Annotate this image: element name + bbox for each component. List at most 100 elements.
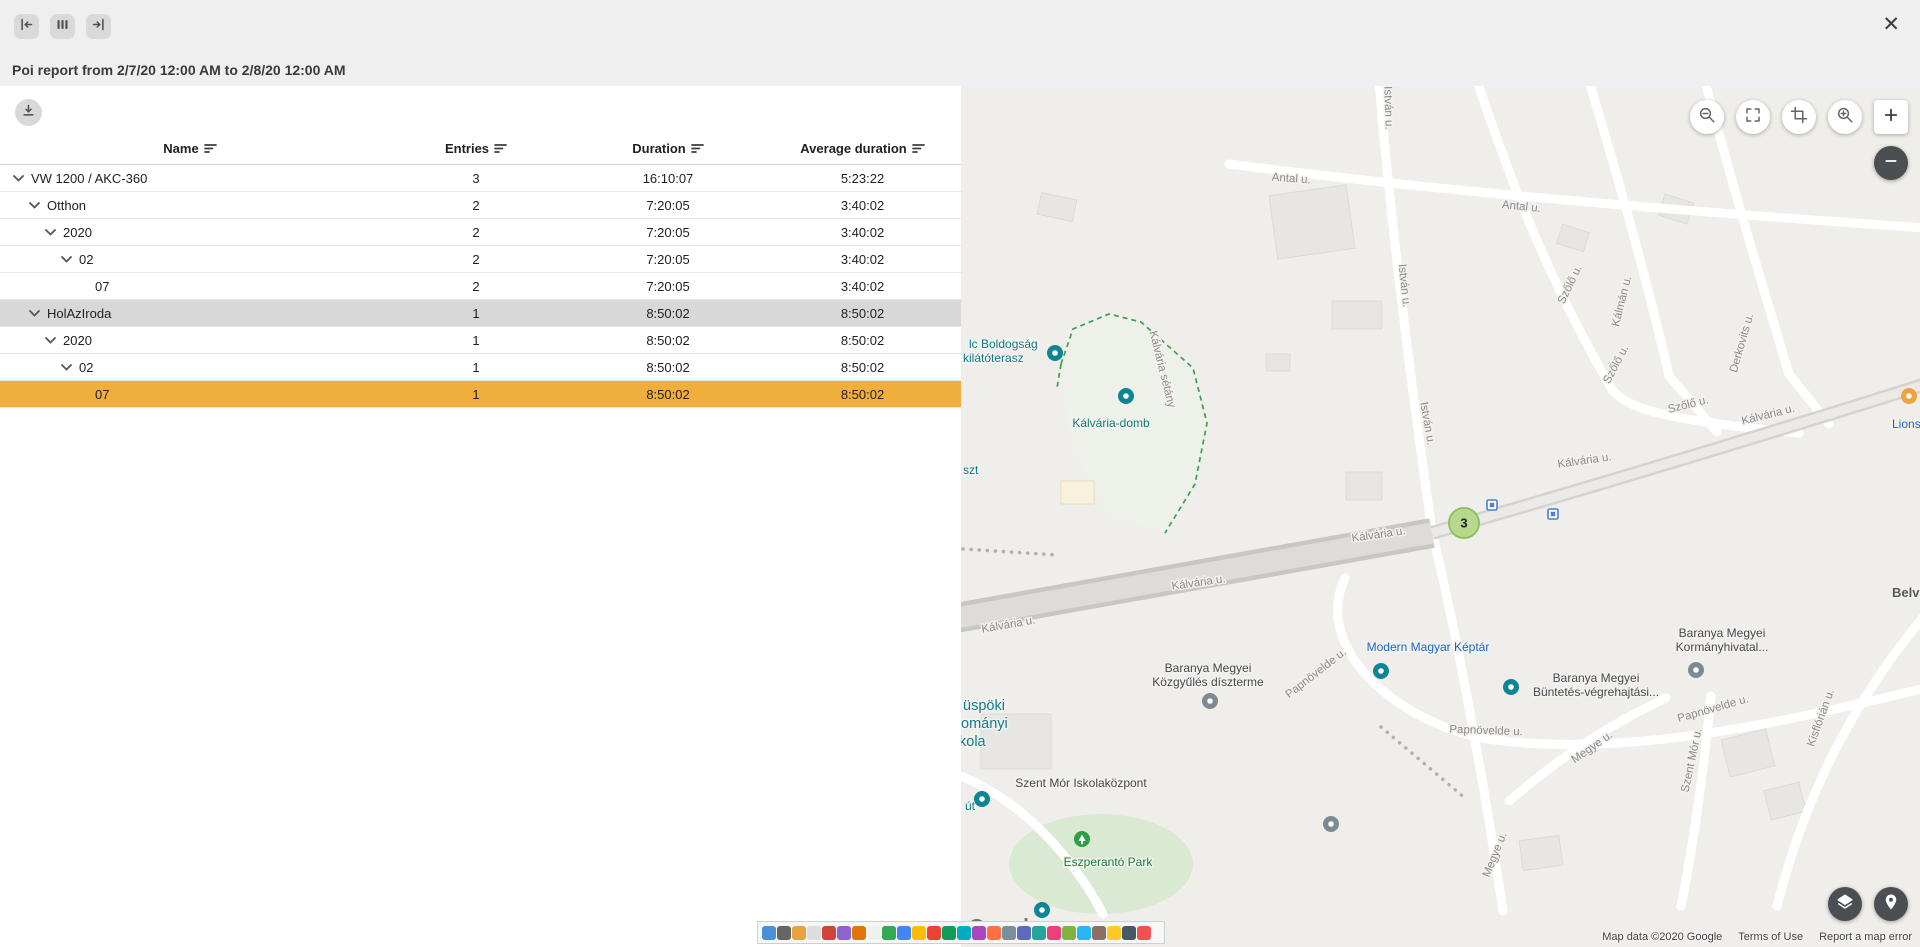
chevron-down-icon[interactable] [26,202,42,209]
chevron-down-icon[interactable] [58,256,74,263]
park-tree-marker[interactable] [1074,831,1090,847]
row-entries: 3 [380,171,572,186]
place-label: Büntetés-végrehajtási... [1533,685,1659,699]
school-marker[interactable] [1323,816,1339,832]
civic-marker[interactable] [1202,693,1218,709]
taskbar-icon[interactable] [807,926,821,940]
transit-stop-icon[interactable] [1487,500,1497,510]
layers-icon [1836,893,1854,916]
fullscreen-button[interactable] [1736,100,1770,134]
download-button[interactable] [15,99,42,126]
poi-marker[interactable] [1373,663,1389,679]
dock-left-button[interactable] [14,14,39,39]
taskbar-icon[interactable] [1002,926,1016,940]
taskbar-icon[interactable] [1107,926,1121,940]
row-entries: 1 [380,333,572,348]
place-label: Szent Mór Iskolaközpont [1015,776,1147,790]
taskbar-icon[interactable] [972,926,986,940]
column-header-duration[interactable]: Duration [572,141,764,156]
taskbar-icon[interactable] [1077,926,1091,940]
report-rows: VW 1200 / AKC-360 3 16:10:07 5:23:22 Ott… [0,165,961,408]
table-row[interactable]: 2020 2 7:20:05 3:40:02 [0,219,961,246]
table-row[interactable]: 07 1 8:50:02 8:50:02 [0,381,961,408]
taskbar-icon[interactable] [1062,926,1076,940]
taskbar[interactable] [757,921,1165,944]
sort-icon [691,143,704,154]
taskbar-icon[interactable] [927,926,941,940]
columns-button[interactable] [50,14,75,39]
report-panel: Name Entries Duration Average duration [0,86,961,947]
table-row[interactable]: 2020 1 8:50:02 8:50:02 [0,327,961,354]
transit-stop-icon[interactable] [1548,509,1558,519]
dock-left-icon [19,17,34,37]
row-duration: 7:20:05 [572,198,764,213]
poi-marker[interactable] [1503,679,1519,695]
chevron-down-icon[interactable] [10,175,26,182]
terms-of-use-link[interactable]: Terms of Use [1738,931,1803,943]
taskbar-icon[interactable] [897,926,911,940]
taskbar-icon[interactable] [987,926,1001,940]
poi-marker[interactable] [1118,388,1134,404]
place-label: Baranya Megyei [1553,671,1640,685]
report-map-error-link[interactable]: Report a map error [1819,931,1912,943]
street-label: Kálvária u. [1557,451,1612,470]
place-label: szt [963,463,979,477]
column-header-average-duration[interactable]: Average duration [764,141,961,156]
taskbar-icon[interactable] [837,926,851,940]
map-canvas[interactable]: István u. István u. István u. Antal u. A… [961,86,1920,947]
place-label: ományi [961,716,1008,732]
table-header: Name Entries Duration Average duration [0,133,961,165]
taskbar-icon[interactable] [792,926,806,940]
taskbar-icon[interactable] [1017,926,1031,940]
taskbar-icon[interactable] [777,926,791,940]
chevron-down-icon[interactable] [42,337,58,344]
row-duration: 8:50:02 [572,333,764,348]
row-duration: 7:20:05 [572,225,764,240]
taskbar-icon[interactable] [1047,926,1061,940]
zoom-in-button[interactable] [1874,100,1908,134]
dock-right-button[interactable] [86,14,111,39]
taskbar-icon[interactable] [867,926,881,940]
taskbar-icon[interactable] [822,926,836,940]
dotted-trail [1381,727,1466,799]
zoom-in-selection-button[interactable] [1828,100,1862,134]
taskbar-icon[interactable] [762,926,776,940]
close-button[interactable]: ✕ [1878,8,1904,41]
table-row[interactable]: 07 2 7:20:05 3:40:02 [0,273,961,300]
taskbar-icon[interactable] [1032,926,1046,940]
column-header-entries[interactable]: Entries [380,141,572,156]
column-header-name[interactable]: Name [0,141,380,156]
table-row[interactable]: 02 1 8:50:02 8:50:02 [0,354,961,381]
table-row[interactable]: HolAzIroda 1 8:50:02 8:50:02 [0,300,961,327]
taskbar-icon[interactable] [1137,926,1151,940]
zoom-out-button[interactable] [1874,146,1908,180]
taskbar-icon[interactable] [1092,926,1106,940]
poi-marker[interactable] [974,791,990,807]
taskbar-icon[interactable] [852,926,866,940]
row-name: 2020 [63,225,92,240]
chevron-down-icon[interactable] [42,229,58,236]
taskbar-icon[interactable] [882,926,896,940]
cluster-marker[interactable]: 3 [1449,508,1479,538]
layers-button[interactable] [1828,887,1862,921]
selection-zoom-button[interactable] [1782,100,1816,134]
map-attribution: Map data ©2020 Google Terms of Use Repor… [1602,931,1912,943]
taskbar-icon[interactable] [1122,926,1136,940]
taskbar-icon[interactable] [942,926,956,940]
poi-marker[interactable] [1047,345,1063,361]
table-row[interactable]: Otthon 2 7:20:05 3:40:02 [0,192,961,219]
taskbar-icon[interactable] [957,926,971,940]
civic-marker[interactable] [1688,662,1704,678]
poi-pin-button[interactable] [1874,887,1908,921]
place-label: Eszperantó Park [1064,855,1154,869]
row-entries: 2 [380,279,572,294]
table-row[interactable]: 02 2 7:20:05 3:40:02 [0,246,961,273]
chevron-down-icon[interactable] [26,310,42,317]
table-row[interactable]: VW 1200 / AKC-360 3 16:10:07 5:23:22 [0,165,961,192]
place-label: lc Boldogság [969,337,1038,351]
zoom-out-selection-button[interactable] [1690,100,1724,134]
chevron-down-icon[interactable] [58,364,74,371]
taskbar-icon[interactable] [912,926,926,940]
poi-marker[interactable] [1901,388,1917,404]
row-name-cell: 07 [0,279,380,294]
